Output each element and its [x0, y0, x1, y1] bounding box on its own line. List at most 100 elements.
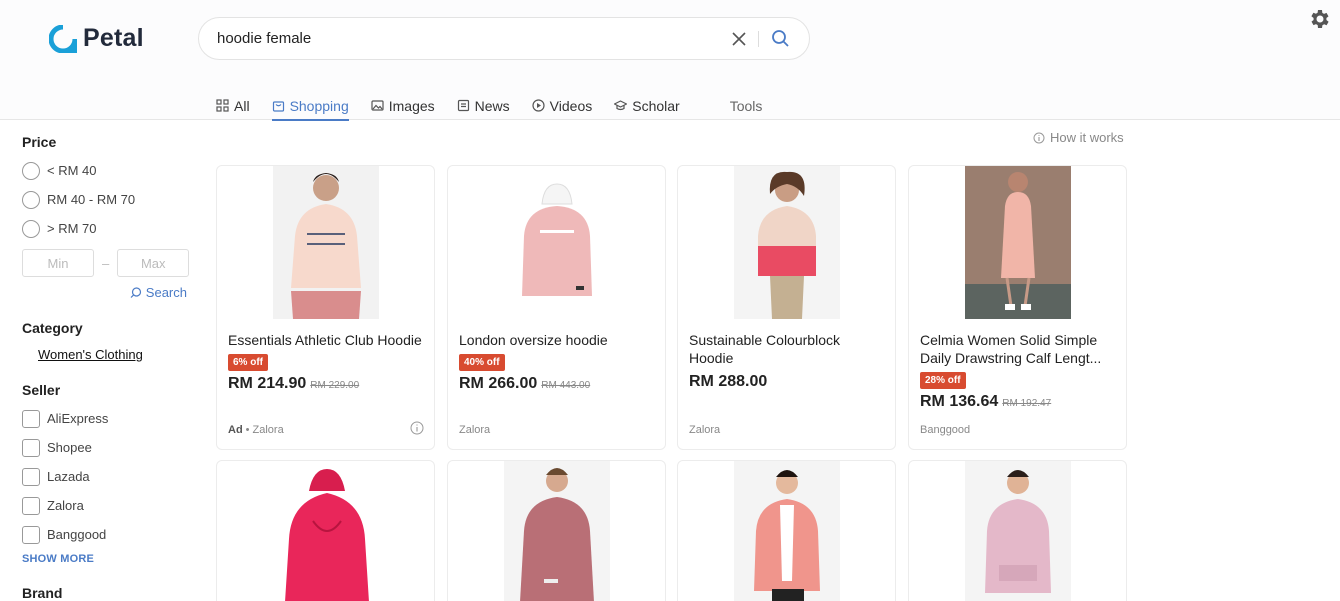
clear-search-button[interactable] [724, 24, 754, 54]
product-card[interactable] [216, 460, 435, 601]
search-divider [758, 30, 759, 47]
price-search-button[interactable]: Search [22, 285, 187, 300]
checkbox[interactable] [22, 496, 40, 515]
seller-option-label: Zalora [47, 498, 84, 513]
price-row: RM 214.90 RM 229.00 [228, 375, 424, 393]
dot-separator: • [245, 424, 250, 436]
grid-icon [216, 99, 229, 112]
header: Petal hoodie female All Shopping Images … [0, 0, 1340, 121]
product-image[interactable] [965, 461, 1071, 601]
search-bar[interactable]: hoodie female [198, 17, 810, 60]
tab-all[interactable]: All [216, 85, 250, 120]
tab-videos[interactable]: Videos [532, 85, 592, 120]
close-icon [732, 31, 746, 46]
product-image[interactable] [273, 461, 379, 601]
product-image[interactable] [734, 461, 840, 601]
product-card[interactable]: London oversize hoodie 40% off RM 266.00… [447, 165, 666, 450]
price-range: – [22, 249, 192, 277]
price-row: RM 266.00 RM 443.00 [459, 375, 655, 393]
tab-shopping-label: Shopping [289, 97, 349, 114]
category-womens-clothing[interactable]: Women's Clothing [38, 347, 192, 362]
checkbox[interactable] [22, 467, 40, 486]
gear-icon[interactable] [1307, 7, 1331, 31]
price-option-under-40[interactable]: < RM 40 [22, 156, 192, 185]
product-title[interactable]: London oversize hoodie [459, 331, 655, 349]
search-input[interactable]: hoodie female [199, 30, 724, 47]
product-card[interactable] [677, 460, 896, 601]
price-row: RM 288.00 [689, 373, 885, 391]
search-submit-button[interactable] [763, 24, 797, 54]
price-options: < RM 40 RM 40 - RM 70 > RM 70 [22, 156, 192, 243]
price-filter-title: Price [22, 134, 57, 150]
product-title[interactable]: Essentials Athletic Club Hoodie [228, 331, 424, 349]
product-image[interactable] [273, 166, 379, 319]
tab-news[interactable]: News [457, 85, 510, 120]
checkbox[interactable] [22, 525, 40, 544]
product-title[interactable]: Sustainable Colourblock Hoodie [689, 331, 885, 367]
category-filter-title: Category [22, 320, 83, 336]
show-more-sellers-button[interactable]: SHOW MORE [22, 553, 192, 565]
seller-name: Zalora [459, 424, 491, 436]
checkbox[interactable] [22, 438, 40, 457]
product-info: Essentials Athletic Club Hoodie 6% off R… [228, 331, 424, 393]
range-dash: – [102, 255, 110, 271]
price-option-label: < RM 40 [47, 163, 97, 178]
seller-option-shopee[interactable]: Shopee [22, 433, 192, 462]
petal-logo-icon [49, 24, 77, 53]
tab-images[interactable]: Images [371, 85, 435, 120]
filter-sidebar: Price < RM 40 RM 40 - RM 70 > RM 70 – [22, 120, 192, 601]
radio-button[interactable] [22, 219, 40, 238]
info-icon[interactable] [410, 421, 424, 435]
price-option-label: RM 40 - RM 70 [47, 192, 136, 207]
tab-news-label: News [474, 97, 510, 114]
product-image[interactable] [504, 461, 610, 601]
discount-badge: 28% off [920, 372, 966, 389]
seller-option-label: AliExpress [47, 411, 109, 426]
play-icon [532, 99, 545, 112]
how-it-works-link[interactable]: How it works [1033, 130, 1124, 145]
product-price: RM 136.64 [920, 393, 999, 410]
tab-images-label: Images [388, 97, 435, 114]
price-option-40-70[interactable]: RM 40 - RM 70 [22, 185, 192, 214]
tab-scholar[interactable]: Scholar [614, 85, 680, 120]
seller-option-aliexpress[interactable]: AliExpress [22, 404, 192, 433]
graduation-cap-icon [614, 100, 628, 111]
seller-filter-title: Seller [22, 382, 61, 398]
seller-line: Banggood [920, 424, 970, 436]
seller-option-lazada[interactable]: Lazada [22, 462, 192, 491]
brand-filter-title: Brand [22, 585, 63, 601]
discount-badge: 40% off [459, 354, 505, 371]
discount-badge: 6% off [228, 354, 268, 371]
seller-option-zalora[interactable]: Zalora [22, 491, 192, 520]
seller-option-banggood[interactable]: Banggood [22, 520, 192, 549]
price-option-over-70[interactable]: > RM 70 [22, 214, 192, 243]
product-info: London oversize hoodie 40% off RM 266.00… [459, 331, 655, 393]
product-card[interactable]: Celmia Women Solid Simple Daily Drawstri… [908, 165, 1127, 450]
product-card[interactable] [447, 460, 666, 601]
petal-logo-text: Petal [83, 24, 144, 52]
petal-logo[interactable]: Petal [49, 24, 144, 53]
tab-all-label: All [234, 97, 250, 114]
product-image[interactable] [504, 166, 610, 319]
product-card[interactable]: Sustainable Colourblock Hoodie RM 288.00… [677, 165, 896, 450]
page: Petal hoodie female All Shopping Images … [0, 0, 1340, 601]
product-image[interactable] [965, 166, 1071, 319]
tab-tools[interactable]: Tools [730, 85, 763, 120]
seller-option-label: Lazada [47, 469, 90, 484]
product-info: Sustainable Colourblock Hoodie RM 288.00 [689, 331, 885, 391]
search-icon [130, 286, 141, 298]
product-card[interactable]: Essentials Athletic Club Hoodie 6% off R… [216, 165, 435, 450]
radio-button[interactable] [22, 161, 40, 180]
checkbox[interactable] [22, 409, 40, 428]
product-title[interactable]: Celmia Women Solid Simple Daily Drawstri… [920, 331, 1116, 367]
product-image[interactable] [734, 166, 840, 319]
min-price-input[interactable] [22, 249, 94, 277]
price-option-label: > RM 70 [47, 221, 97, 236]
radio-button[interactable] [22, 190, 40, 209]
product-card[interactable] [908, 460, 1127, 601]
info-icon [1033, 132, 1045, 143]
max-price-input[interactable] [117, 249, 190, 277]
product-price: RM 214.90 [228, 375, 307, 392]
product-price: RM 288.00 [689, 373, 768, 390]
tab-shopping[interactable]: Shopping [271, 85, 349, 121]
